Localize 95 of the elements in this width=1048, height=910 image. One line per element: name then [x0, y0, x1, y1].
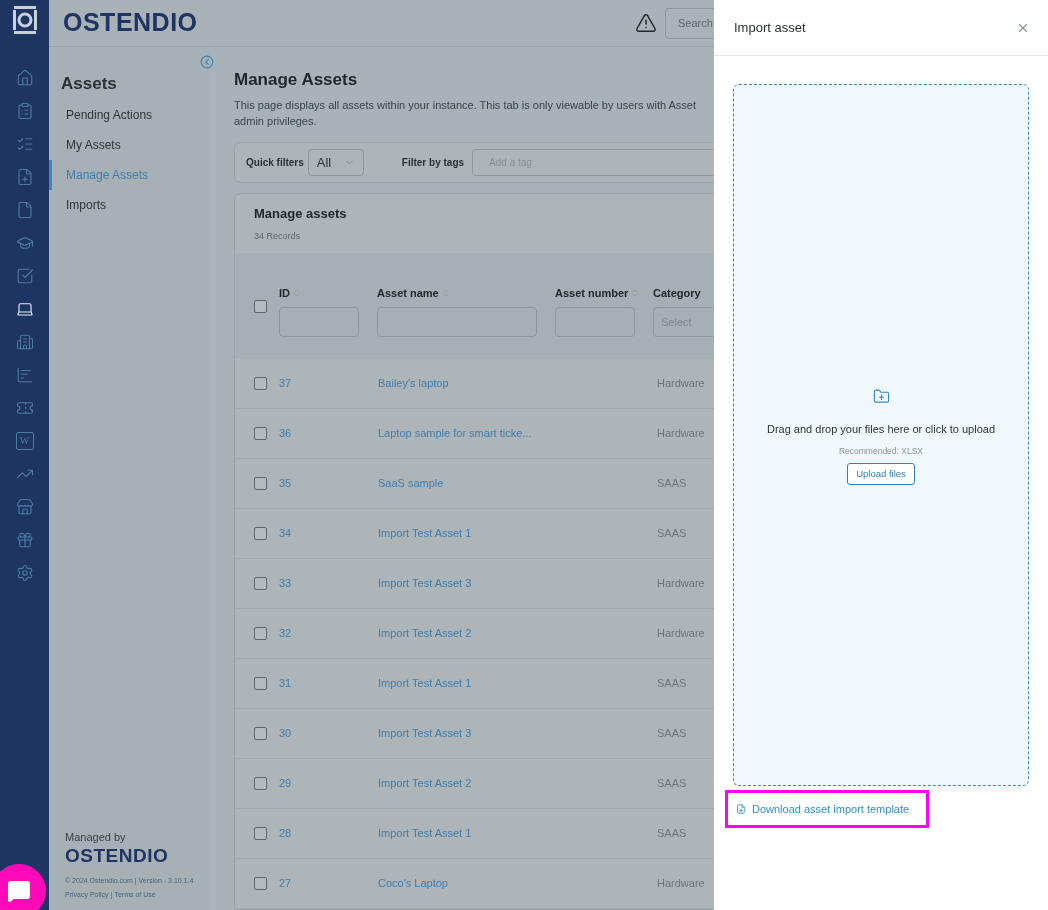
sidebar-item[interactable]: Manage Assets — [49, 159, 210, 190]
drawer-title: Import asset — [734, 18, 806, 37]
managed-by-label: Managed by — [65, 829, 127, 845]
column-header[interactable]: Category — [653, 284, 701, 302]
id-cell[interactable]: 29 — [279, 775, 378, 792]
document-icon — [736, 804, 746, 814]
asset-name-link[interactable]: Import Test Asset 3 — [378, 725, 558, 742]
category-cell-text: SAAS — [657, 726, 687, 742]
column-header[interactable]: ID — [279, 284, 290, 302]
chat-icon — [7, 879, 31, 903]
id-cell[interactable]: 34 — [279, 525, 378, 542]
asset-name-link[interactable]: Import Test Asset 1 — [378, 525, 558, 542]
category-cell-text: Hardware — [657, 876, 705, 892]
id-cell[interactable]: 36 — [279, 425, 378, 442]
building-icon[interactable] — [15, 333, 34, 351]
page-title: Manage Assets — [234, 69, 359, 91]
app-logo-icon[interactable] — [11, 5, 38, 35]
asset-name-link[interactable]: Import Test Asset 1 — [378, 825, 558, 842]
checkbox[interactable] — [254, 877, 267, 890]
clipboard-icon[interactable] — [15, 102, 34, 120]
home-icon[interactable] — [15, 69, 34, 87]
check-square-icon[interactable] — [15, 267, 34, 285]
checkbox[interactable] — [254, 477, 267, 490]
sidebar-item[interactable]: Imports — [49, 189, 210, 220]
asset-name-link[interactable]: Bailey's laptop — [378, 375, 558, 392]
id-cell[interactable]: 31 — [279, 675, 378, 692]
id-cell[interactable]: 30 — [279, 725, 378, 742]
settings-icon[interactable] — [15, 564, 34, 582]
checkbox[interactable] — [254, 527, 267, 540]
asset-name-link[interactable]: Import Test Asset 2 — [378, 625, 558, 642]
asset-name-link[interactable]: Import Test Asset 1 — [378, 675, 558, 692]
warning-icon[interactable] — [635, 12, 657, 34]
category-cell-text: SAAS — [657, 526, 687, 542]
id-cell[interactable]: 37 — [279, 375, 378, 392]
asset-name-link[interactable]: Laptop sample for smart ticke... — [378, 425, 558, 442]
category-cell-text: SAAS — [657, 676, 687, 692]
category-cell-text: SAAS — [657, 476, 687, 492]
file-plus-icon[interactable] — [15, 168, 34, 186]
recommended-format: Recommended: XLSX — [838, 444, 924, 458]
file-icon[interactable] — [15, 201, 34, 219]
graduation-cap-icon[interactable] — [15, 234, 34, 252]
store-icon[interactable] — [15, 498, 34, 516]
category-cell-text: SAAS — [657, 826, 687, 842]
filter-input[interactable] — [279, 307, 359, 338]
sidebar-title: Assets — [60, 73, 118, 95]
checkbox[interactable] — [254, 677, 267, 690]
checklist-icon[interactable] — [15, 135, 34, 153]
wiki-icon[interactable]: W — [15, 432, 34, 450]
upload-files-button[interactable]: Upload files — [847, 463, 915, 486]
table-title: Manage assets — [253, 205, 348, 223]
id-cell[interactable]: 32 — [279, 625, 378, 642]
asset-name-link[interactable]: SaaS sample — [378, 475, 558, 492]
column-header[interactable]: Asset number — [555, 284, 629, 302]
checkbox[interactable] — [254, 777, 267, 790]
column-header[interactable]: Asset name — [376, 284, 439, 302]
tags-label: Filter by tags — [401, 155, 465, 170]
brand-logo: OSTENDIO — [63, 7, 198, 39]
checkbox[interactable] — [254, 577, 267, 590]
checkbox[interactable] — [254, 627, 267, 640]
id-cell[interactable]: 35 — [279, 475, 378, 492]
chat-button[interactable] — [0, 864, 46, 910]
category-cell-text: SAAS — [657, 776, 687, 792]
download-template-link[interactable]: Download asset import template — [725, 790, 929, 828]
sidebar-item[interactable]: My Assets — [49, 129, 210, 160]
folder-plus-icon — [872, 388, 890, 405]
sidebar-item[interactable]: Pending Actions — [49, 99, 210, 130]
checkbox[interactable] — [254, 377, 267, 390]
asset-name-link[interactable]: Coco's Laptop — [378, 875, 558, 892]
checkbox[interactable] — [254, 427, 267, 440]
bar-chart-icon[interactable] — [15, 366, 34, 384]
checkbox[interactable] — [254, 299, 267, 313]
filter-input[interactable] — [555, 307, 636, 338]
checkbox[interactable] — [254, 827, 267, 840]
gift-icon[interactable] — [15, 531, 34, 549]
asset-name-link[interactable]: Import Test Asset 2 — [378, 775, 558, 792]
drop-instructions: Drag and drop your files here or click to upload — [766, 422, 996, 437]
quick-filters-label: Quick filters — [246, 155, 304, 170]
id-cell[interactable]: 27 — [279, 875, 378, 892]
category-cell-text: Hardware — [657, 426, 705, 442]
drop-zone[interactable]: Drag and drop your files here or click to upload Recommended: XLSX Upload files — [733, 84, 1029, 786]
record-count: 34 Records — [253, 229, 302, 243]
quick-filter-select[interactable]: All — [307, 148, 364, 176]
category-cell-text: Hardware — [657, 626, 705, 642]
id-cell[interactable]: 33 — [279, 575, 378, 592]
footer-logo: OSTENDIO — [65, 845, 170, 867]
asset-name-link[interactable]: Import Test Asset 3 — [378, 575, 558, 592]
filter-input[interactable] — [376, 307, 537, 338]
laptop-icon[interactable] — [15, 300, 34, 318]
collapse-icon[interactable] — [200, 55, 214, 69]
checkbox[interactable] — [254, 727, 267, 740]
category-cell-text: Hardware — [657, 576, 705, 592]
id-cell[interactable]: 28 — [279, 825, 378, 842]
page-description: This page displays all assets within your instance. This tab is only viewable by users with Asset admin privileges. — [234, 97, 698, 129]
ticket-icon[interactable] — [15, 399, 34, 417]
category-cell-text: Hardware — [657, 376, 705, 392]
